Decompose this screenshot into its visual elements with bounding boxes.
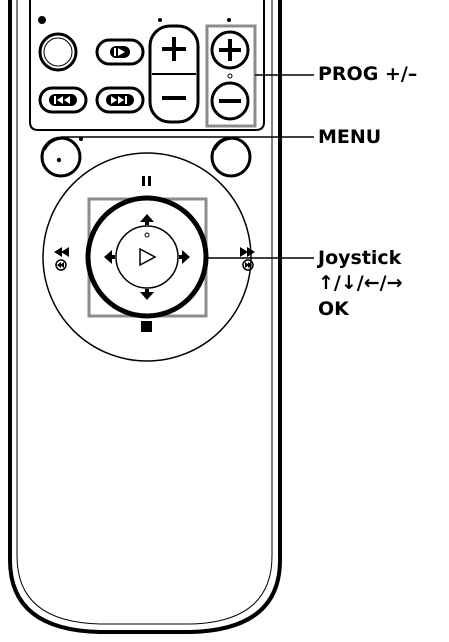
stop-icon bbox=[141, 321, 152, 332]
indicator-dot bbox=[227, 18, 231, 22]
joystick-arrows-label: ↑/↓/←/→ bbox=[318, 272, 403, 294]
indicator-dot bbox=[227, 73, 233, 79]
round-button[interactable] bbox=[210, 136, 252, 178]
slow-play-button[interactable] bbox=[95, 38, 145, 66]
pause-icon bbox=[142, 176, 151, 186]
menu-label: MENU bbox=[318, 126, 382, 148]
minus-icon bbox=[219, 99, 241, 103]
minus-icon bbox=[162, 96, 186, 100]
previous-track-button[interactable] bbox=[38, 86, 88, 114]
indicator-dot bbox=[38, 16, 46, 24]
next-track-button[interactable] bbox=[95, 86, 145, 114]
menu-button[interactable] bbox=[40, 136, 83, 178]
rewind-icon bbox=[54, 247, 69, 271]
rocker-button[interactable] bbox=[148, 24, 200, 124]
prog-label: PROG +/– bbox=[318, 63, 418, 85]
remote-diagram: PROG +/– MENU Joystick ↑/↓/←/→ OK bbox=[0, 0, 449, 637]
ok-label: OK bbox=[318, 298, 349, 320]
prog-button-pair[interactable] bbox=[210, 30, 250, 121]
round-button[interactable] bbox=[38, 32, 78, 72]
joystick-label: Joystick bbox=[318, 247, 402, 269]
joystick-center-button[interactable] bbox=[115, 225, 179, 289]
indicator-dot bbox=[158, 18, 162, 22]
slow-play-icon bbox=[114, 48, 116, 56]
remote-illustration bbox=[8, 0, 314, 634]
